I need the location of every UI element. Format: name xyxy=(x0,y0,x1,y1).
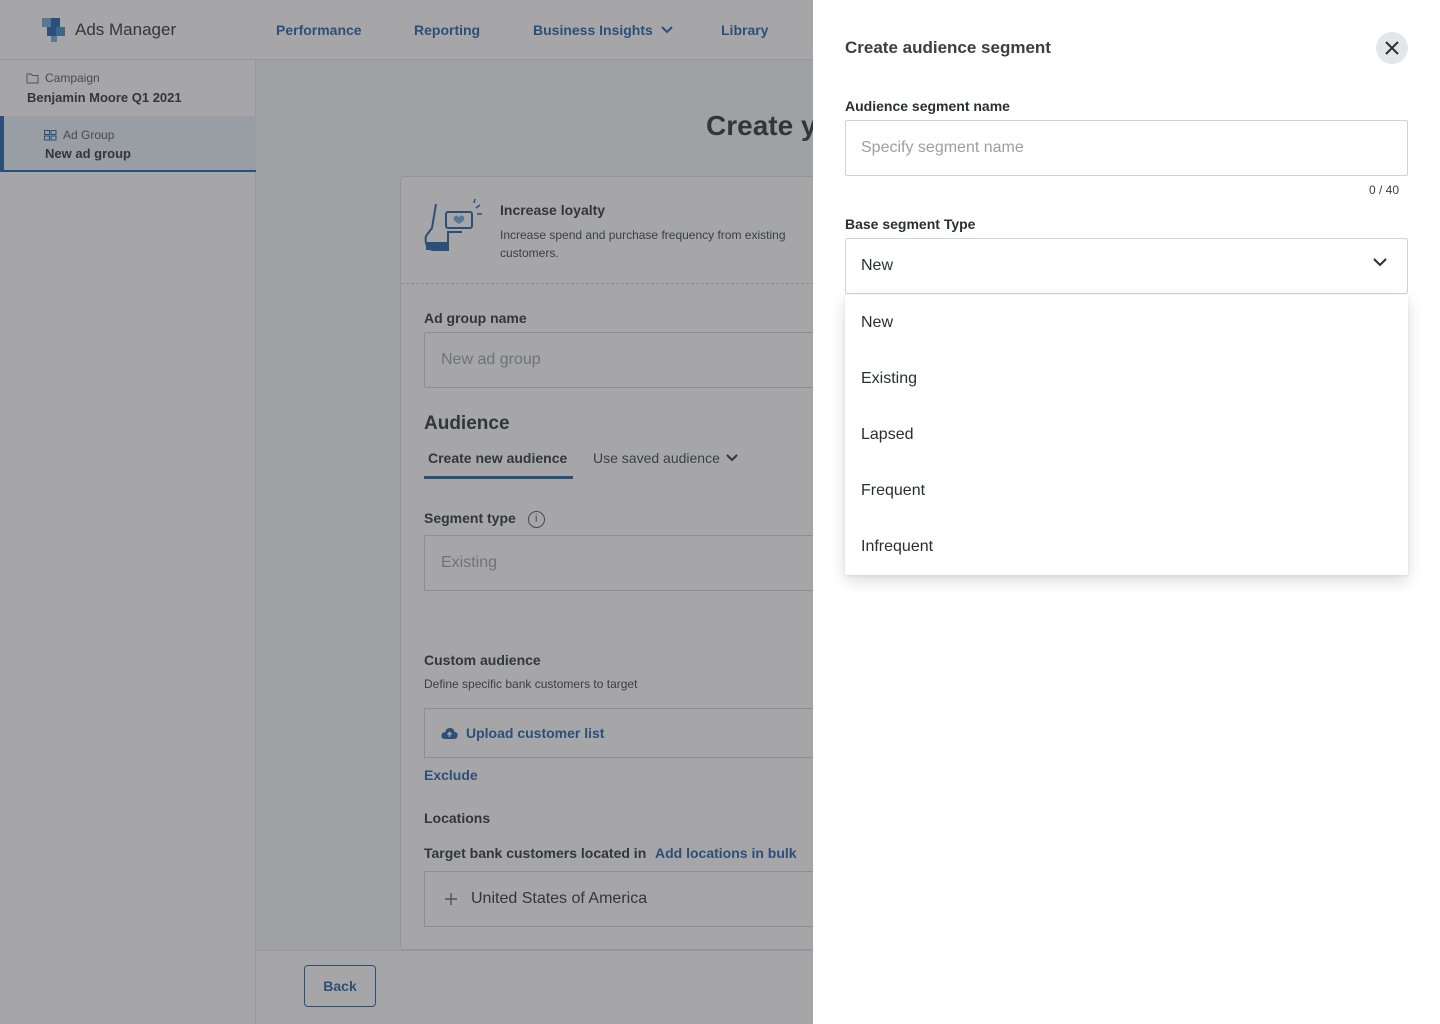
segment-type-dropdown-menu: New Existing Lapsed Frequent Infrequent xyxy=(845,295,1408,575)
option-new[interactable]: New xyxy=(845,295,1408,351)
base-segment-type-select[interactable]: New xyxy=(845,238,1408,294)
chevron-down-icon xyxy=(1373,258,1387,267)
segment-name-label: Audience segment name xyxy=(845,98,1010,114)
close-button[interactable] xyxy=(1376,32,1408,64)
close-icon xyxy=(1385,41,1399,55)
base-segment-type-value: New xyxy=(861,257,894,274)
option-frequent[interactable]: Frequent xyxy=(845,463,1408,519)
option-lapsed[interactable]: Lapsed xyxy=(845,407,1408,463)
option-infrequent[interactable]: Infrequent xyxy=(845,519,1408,575)
create-audience-segment-drawer: Create audience segment Audience segment… xyxy=(813,0,1440,1024)
drawer-title: Create audience segment xyxy=(845,38,1051,57)
segment-name-input[interactable] xyxy=(845,120,1408,176)
character-counter: 0 / 40 xyxy=(1369,183,1400,197)
base-segment-type-label: Base segment Type xyxy=(845,216,976,232)
option-existing[interactable]: Existing xyxy=(845,351,1408,407)
